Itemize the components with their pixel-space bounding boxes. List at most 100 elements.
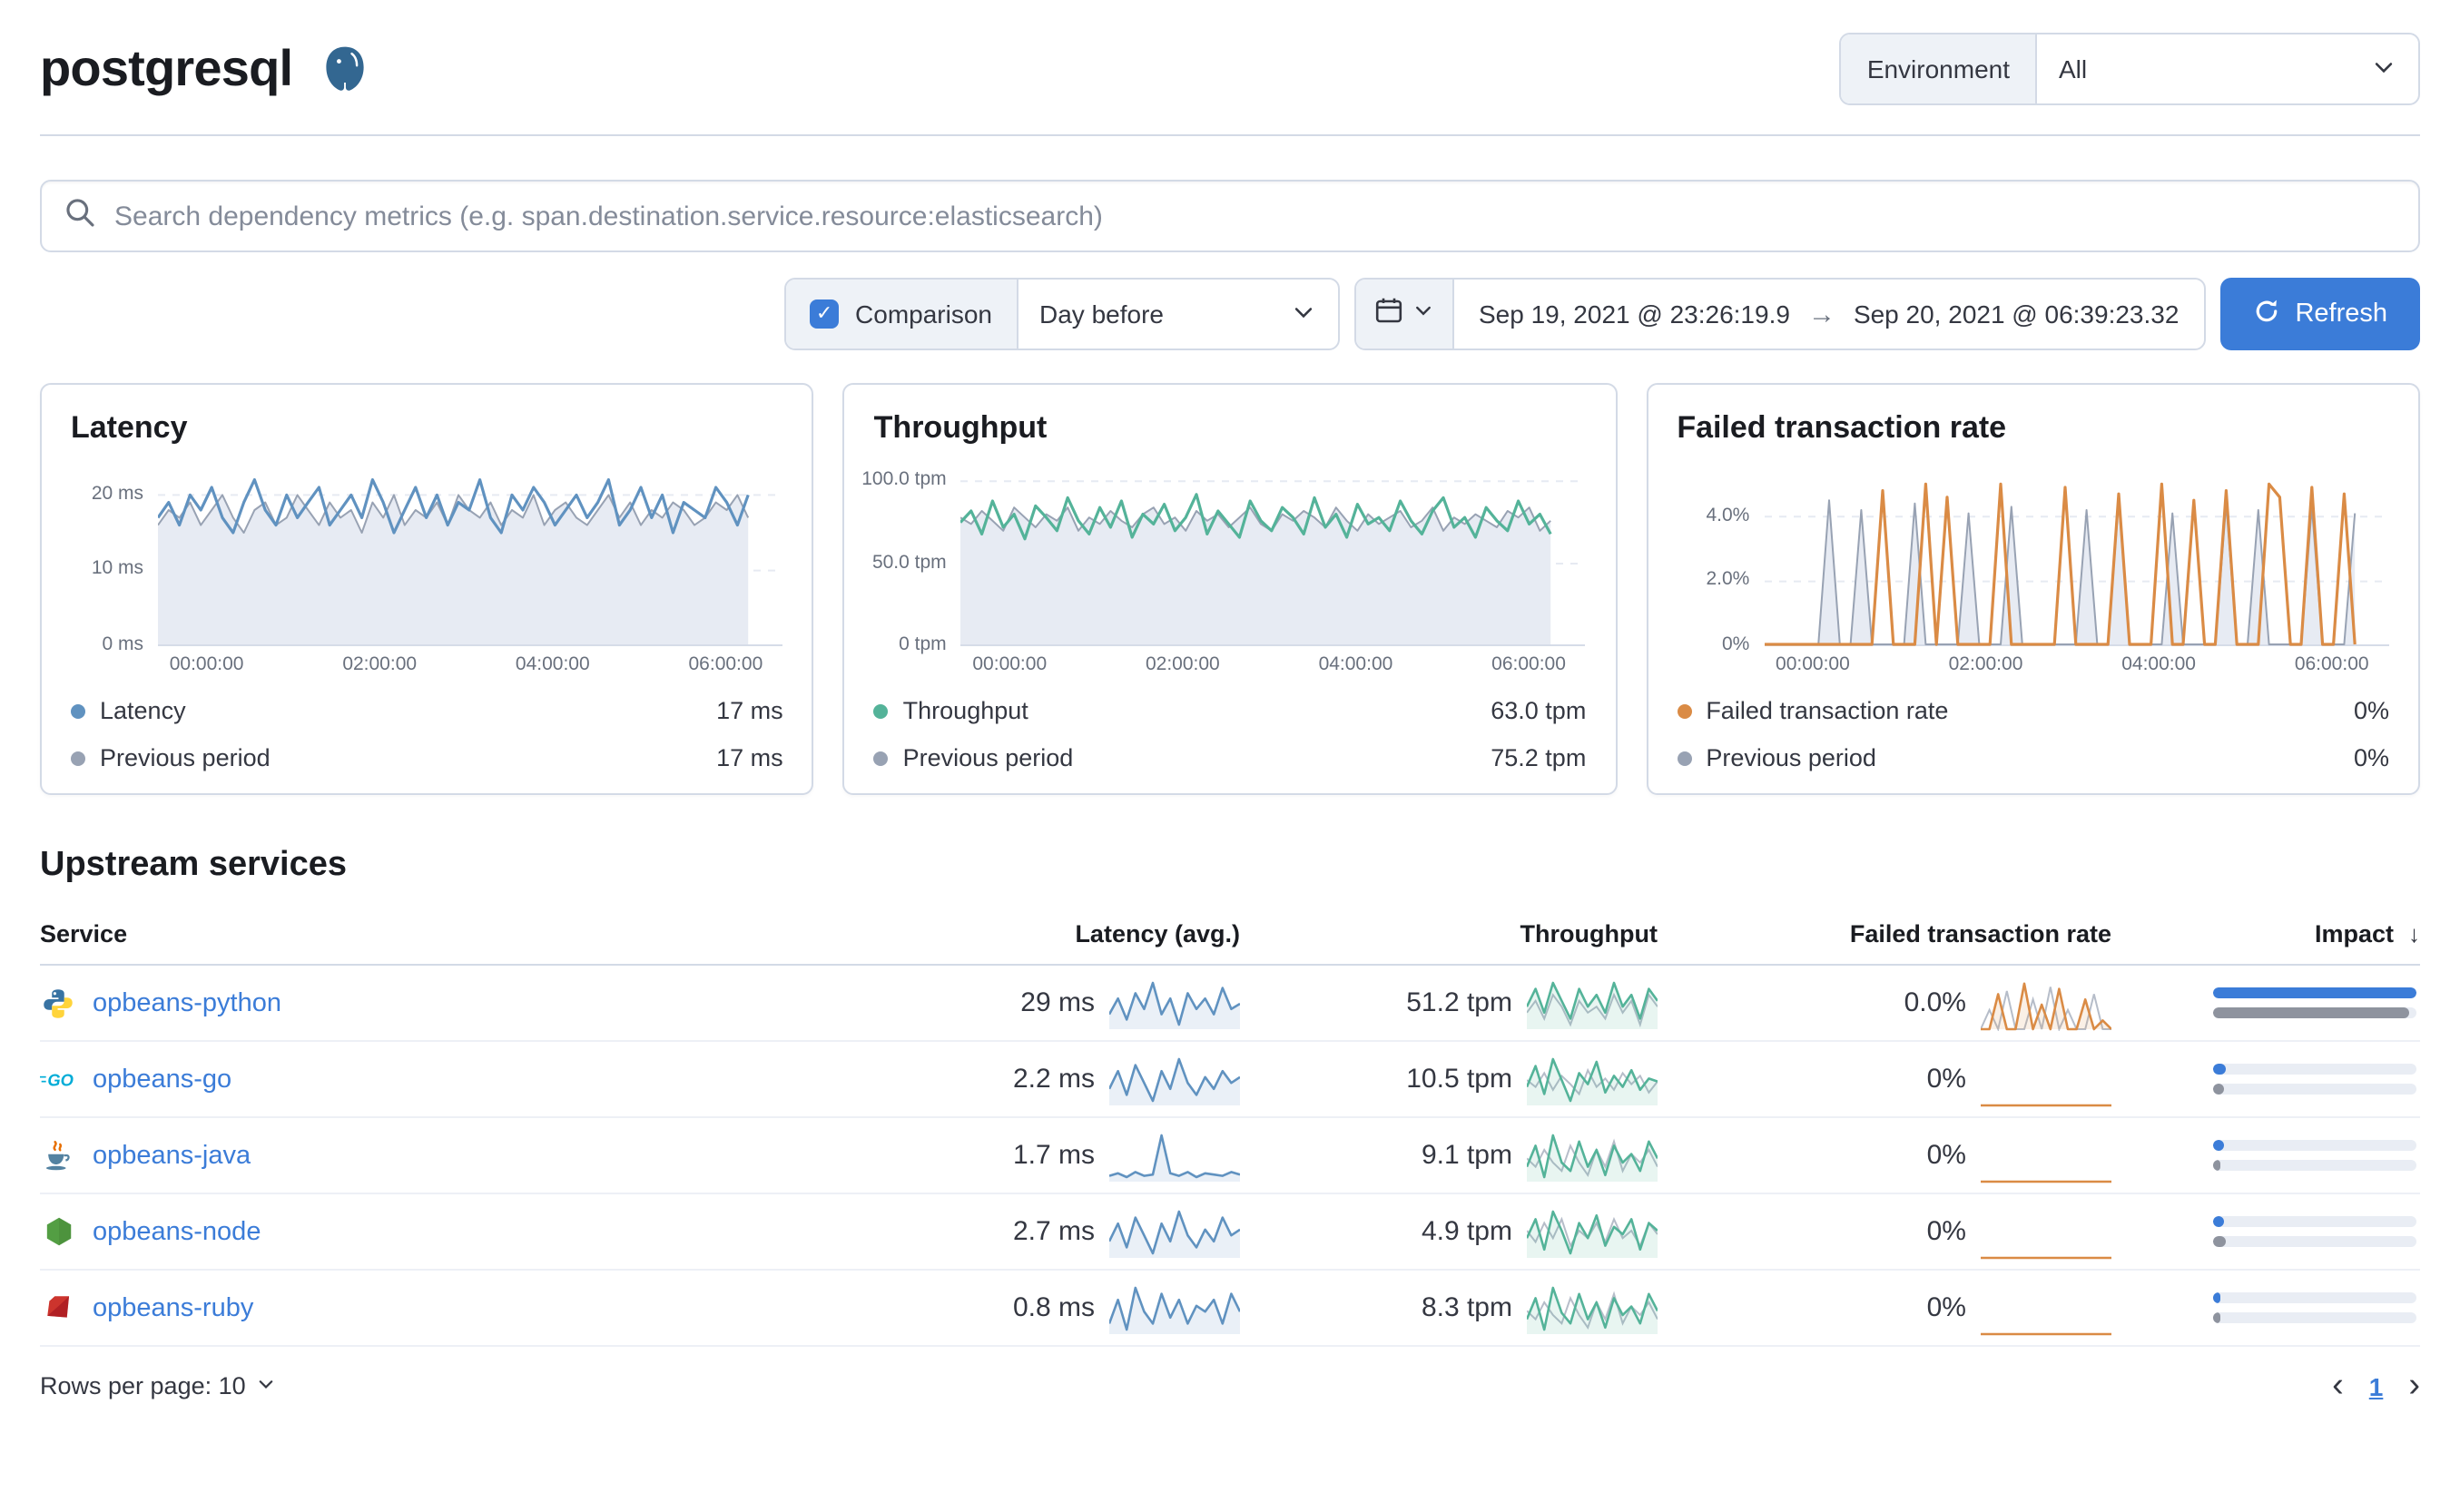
calendar-menu-button[interactable]	[1355, 280, 1453, 349]
sort-descending-icon: ↓	[2408, 920, 2420, 947]
service-link[interactable]: opbeans-python	[93, 988, 281, 1017]
latency-sparkline	[1108, 1128, 1241, 1183]
environment-select[interactable]: All	[2037, 34, 2418, 103]
table-row: GO opbeans-go 2.2 ms 10.5 tpm 0%	[40, 1042, 2420, 1118]
upstream-services-title: Upstream services	[40, 846, 347, 884]
table-row: opbeans-ruby 0.8 ms 8.3 tpm 0%	[40, 1271, 2420, 1347]
chevron-down-icon	[1290, 299, 1315, 329]
check-icon: ✓	[815, 302, 833, 324]
latency-y-axis: 0 ms 10 ms 20 ms	[91, 482, 143, 655]
impact-bars	[2111, 1064, 2420, 1095]
legend-dot	[873, 703, 889, 718]
date-range-start[interactable]: Sep 19, 2021 @ 23:26:19.9	[1479, 299, 1790, 329]
failed-rate-y-axis: 0% 2.0% 4.0%	[1706, 504, 1750, 655]
environment-control: Environment All	[1839, 33, 2420, 105]
legend-dot	[71, 751, 85, 765]
column-header-throughput[interactable]: Throughput	[1240, 920, 1658, 947]
previous-page-button[interactable]: ‹	[2332, 1369, 2344, 1403]
service-link[interactable]: opbeans-ruby	[93, 1293, 253, 1322]
throughput-sparkline	[1525, 1204, 1658, 1259]
failed-rate-legend: Failed transaction rate 0% Previous peri…	[1677, 697, 2389, 771]
legend-item[interactable]: Previous period 17 ms	[71, 744, 783, 771]
latency-value: 2.7 ms	[1012, 1216, 1095, 1247]
latency-chart	[158, 465, 783, 646]
legend-value: 17 ms	[716, 744, 783, 771]
refresh-button[interactable]: Refresh	[2220, 278, 2420, 350]
table-row: opbeans-python 29 ms 51.2 tpm 0.0%	[40, 966, 2420, 1042]
legend-dot	[873, 751, 889, 765]
search-input[interactable]	[114, 201, 2396, 231]
postgresql-logo	[318, 42, 372, 96]
environment-label: Environment	[1841, 34, 2037, 103]
throughput-sparkline	[1525, 1128, 1659, 1183]
failed-rate-chart	[1764, 465, 2389, 646]
table-row: opbeans-java 1.7 ms 9.1 tpm 0%	[40, 1118, 2420, 1194]
impact-bar-previous	[2213, 1236, 2226, 1247]
impact-bars	[2111, 1216, 2420, 1247]
service-link[interactable]: opbeans-java	[93, 1141, 251, 1170]
column-header-latency[interactable]: Latency (avg.)	[895, 920, 1240, 947]
failed-rate-value: 0.0%	[1904, 987, 1966, 1018]
refresh-icon	[2253, 297, 2280, 331]
chevron-down-icon	[257, 1372, 277, 1399]
failed-rate-sparkline	[1981, 1204, 2111, 1259]
impact-bar-current	[2213, 1292, 2221, 1303]
legend-item[interactable]: Failed transaction rate 0%	[1677, 697, 2389, 724]
go-icon: GO	[40, 1061, 76, 1097]
impact-bars	[2111, 987, 2420, 1018]
throughput-y-axis: 0 tpm 50.0 tpm 100.0 tpm	[861, 468, 947, 655]
column-header-service[interactable]: Service	[40, 920, 895, 947]
service-link[interactable]: opbeans-go	[93, 1065, 231, 1094]
column-header-impact[interactable]: Impact ↓	[2111, 920, 2420, 947]
throughput-chart	[960, 465, 1587, 646]
legend-item[interactable]: Latency 17 ms	[71, 697, 783, 724]
legend-label: Throughput	[902, 697, 1028, 724]
impact-bar-current	[2213, 1216, 2224, 1227]
comparison-control: ✓ Comparison Day before	[784, 278, 1339, 350]
latency-value: 1.7 ms	[1012, 1140, 1095, 1171]
comparison-checkbox[interactable]: ✓	[810, 299, 840, 329]
search-icon	[64, 195, 96, 237]
python-icon	[40, 985, 76, 1021]
header-divider	[40, 134, 2420, 136]
next-page-button[interactable]: ›	[2408, 1369, 2420, 1403]
legend-value: 0%	[2353, 744, 2389, 771]
impact-bar-current	[2213, 987, 2416, 998]
legend-item[interactable]: Previous period 75.2 tpm	[873, 744, 1587, 771]
impact-bar-previous	[2213, 1160, 2221, 1171]
throughput-sparkline	[1525, 976, 1659, 1030]
failed-rate-value: 0%	[1926, 1216, 1966, 1247]
page-title: postgresql	[40, 40, 293, 96]
failed-rate-value: 0%	[1926, 1064, 1966, 1095]
rows-per-page-button[interactable]: Rows per page: 10	[40, 1372, 277, 1399]
comparison-label: Comparison	[855, 299, 992, 329]
svg-text:GO: GO	[47, 1070, 74, 1089]
legend-dot	[1677, 703, 1692, 718]
page-number-1[interactable]: 1	[2369, 1371, 2384, 1400]
failed-rate-value: 0%	[1926, 1140, 1966, 1171]
throughput-value: 51.2 tpm	[1406, 987, 1512, 1018]
legend-item[interactable]: Previous period 0%	[1677, 744, 2389, 771]
latency-value: 29 ms	[1020, 987, 1095, 1018]
legend-label: Latency	[100, 697, 186, 724]
pagination: ‹ 1 ›	[2332, 1369, 2420, 1403]
table-row: opbeans-node 2.7 ms 4.9 tpm 0%	[40, 1194, 2420, 1271]
legend-value: 75.2 tpm	[1491, 744, 1587, 771]
comparison-period-select[interactable]: Day before	[1018, 280, 1337, 349]
comparison-toggle[interactable]: ✓ Comparison	[786, 280, 1018, 349]
arrow-right-icon: →	[1807, 299, 1835, 329]
column-header-failed-rate[interactable]: Failed transaction rate	[1658, 920, 2111, 947]
latency-value: 0.8 ms	[1012, 1292, 1095, 1323]
service-link[interactable]: opbeans-node	[93, 1217, 261, 1246]
time-controls: ✓ Comparison Day before Sep 19, 2021 @ 2…	[40, 278, 2420, 350]
date-range-end[interactable]: Sep 20, 2021 @ 06:39:23.32	[1854, 299, 2180, 329]
legend-value: 63.0 tpm	[1491, 697, 1587, 724]
legend-item[interactable]: Throughput 63.0 tpm	[873, 697, 1587, 724]
throughput-value: 9.1 tpm	[1421, 1140, 1512, 1171]
chevron-down-icon	[2371, 54, 2396, 84]
latency-card: Latency 0 ms 10 ms 20 ms 00:00:00 02:00:00 0…	[40, 383, 814, 795]
card-title: Latency	[71, 410, 188, 445]
chevron-down-icon	[1412, 298, 1433, 330]
legend-label: Failed transaction rate	[1706, 697, 1949, 724]
failed-rate-sparkline	[1981, 1128, 2111, 1183]
